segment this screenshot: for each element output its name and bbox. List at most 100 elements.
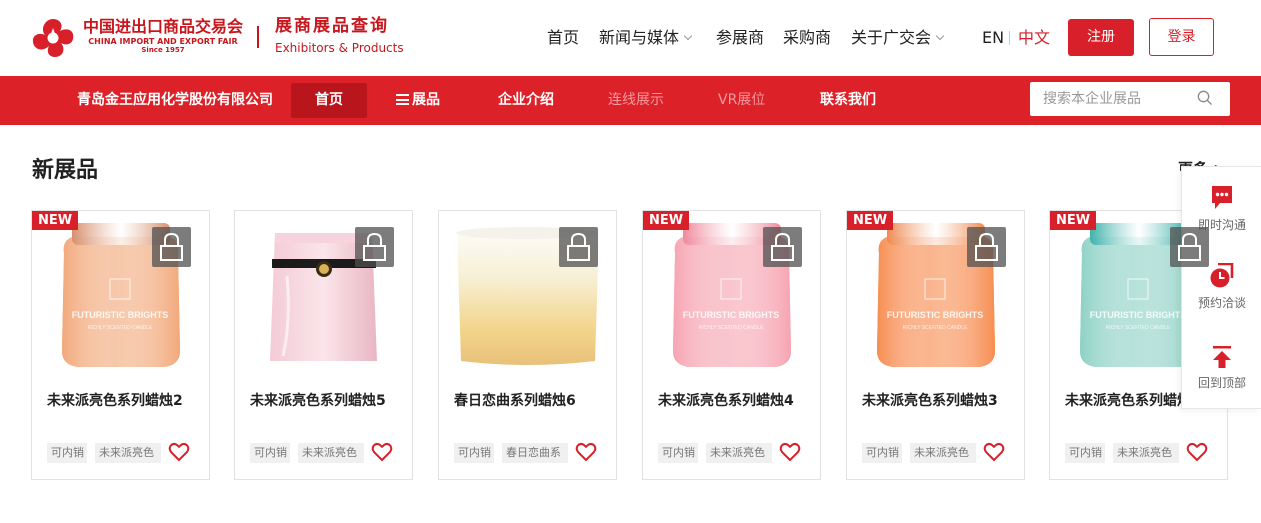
favorite-heart-icon[interactable] xyxy=(575,441,597,463)
nav-news-media-label: 新闻与媒体 xyxy=(599,28,680,47)
company-nav-products[interactable]: 展品 xyxy=(396,76,440,125)
new-badge: NEW xyxy=(643,211,690,230)
product-name[interactable]: 未来派亮色系列蜡烛3 xyxy=(862,391,1012,411)
appointment-label: 预约洽谈 xyxy=(1197,296,1246,310)
svg-text:RICHLY SCENTED CANDLE: RICHLY SCENTED CANDLE xyxy=(88,325,153,331)
product-card[interactable]: FUTURISTIC BRIGHTS RICHLY SCENTED CANDLE… xyxy=(846,210,1025,480)
domestic-sales-tag: 可内销 xyxy=(862,443,902,463)
domestic-sales-tag: 可内销 xyxy=(47,443,87,463)
back-to-top-label: 回到顶部 xyxy=(1197,376,1246,390)
company-nav-contact-us[interactable]: 联系我们 xyxy=(820,76,876,125)
company-nav-vr-booth: VR展位 xyxy=(718,76,765,125)
company-nav-online-showcase-label: 连线展示 xyxy=(608,92,664,108)
nav-buyers[interactable]: 采购商 xyxy=(783,26,831,50)
company-nav-home-label: 首页 xyxy=(315,92,343,108)
lock-icon xyxy=(1170,227,1209,267)
favorite-heart-icon[interactable] xyxy=(168,441,190,463)
product-name[interactable]: 未来派亮色系列蜡烛2 xyxy=(47,391,197,411)
logo-divider xyxy=(257,26,259,48)
canton-fair-logo-icon[interactable] xyxy=(30,17,76,59)
product-name[interactable]: 未来派亮色系列蜡烛5 xyxy=(250,391,400,411)
site-title-en: Exhibitors & Products xyxy=(275,41,404,55)
logo-text[interactable]: 中国进出口商品交易会 CHINA IMPORT AND EXPORT FAIR … xyxy=(83,17,243,54)
chat-bubble-icon xyxy=(1212,186,1232,209)
clock-icon xyxy=(1210,263,1234,288)
svg-text:FUTURISTIC BRIGHTS: FUTURISTIC BRIGHTS xyxy=(72,310,169,320)
list-icon xyxy=(396,94,409,105)
site-title-cn: 展商展品查询 xyxy=(275,16,389,36)
company-nav-online-showcase: 连线展示 xyxy=(608,76,664,125)
company-search-input[interactable] xyxy=(1030,82,1190,116)
series-tag: 未来派亮色 xyxy=(298,443,364,463)
chevron-down-icon xyxy=(935,31,945,41)
new-badge: NEW xyxy=(1050,211,1097,230)
svg-text:RICHLY SCENTED CANDLE: RICHLY SCENTED CANDLE xyxy=(903,325,968,331)
logo-en: CHINA IMPORT AND EXPORT FAIR xyxy=(88,37,238,46)
site-title[interactable]: 展商展品查询 Exhibitors & Products xyxy=(275,15,404,56)
lock-icon xyxy=(967,227,1006,267)
company-nav-vr-booth-label: VR展位 xyxy=(718,92,766,108)
product-card[interactable]: 春日恋曲系列蜡烛6 可内销 春日恋曲系 xyxy=(438,210,617,480)
company-nav-introduction[interactable]: 企业介绍 xyxy=(498,76,554,125)
register-button[interactable]: 注册 xyxy=(1068,19,1134,56)
nav-home-label: 首页 xyxy=(547,28,580,47)
lang-separator xyxy=(1009,31,1010,45)
section-title: 新展品 xyxy=(32,158,99,183)
instant-chat-button[interactable]: 即时沟通 xyxy=(1182,185,1261,233)
nav-about-label: 关于广交会 xyxy=(851,28,932,47)
lock-icon xyxy=(355,227,394,267)
nav-home[interactable]: 首页 xyxy=(547,26,579,50)
nav-exhibitors[interactable]: 参展商 xyxy=(716,26,764,50)
nav-exhibitors-label: 参展商 xyxy=(716,28,765,47)
domestic-sales-tag: 可内销 xyxy=(1065,443,1105,463)
svg-text:RICHLY SCENTED CANDLE: RICHLY SCENTED CANDLE xyxy=(699,325,764,331)
nav-about-canton-fair[interactable]: 关于广交会 xyxy=(851,26,945,50)
series-tag: 春日恋曲系 xyxy=(502,443,568,463)
nav-news-media[interactable]: 新闻与媒体 xyxy=(599,26,693,50)
company-nav-contact-us-label: 联系我们 xyxy=(820,92,876,108)
product-name[interactable]: 春日恋曲系列蜡烛6 xyxy=(454,391,604,411)
new-badge: NEW xyxy=(32,211,79,230)
series-tag: 未来派亮色 xyxy=(706,443,772,463)
domestic-sales-tag: 可内销 xyxy=(250,443,290,463)
logo-cn: 中国进出口商品交易会 xyxy=(83,17,244,36)
product-name[interactable]: 未来派亮色系列蜡烛4 xyxy=(658,391,808,411)
lock-icon xyxy=(559,227,598,267)
company-nav-home[interactable]: 首页 xyxy=(291,83,367,118)
series-tag: 未来派亮色 xyxy=(1113,443,1179,463)
svg-text:RICHLY SCENTED CANDLE: RICHLY SCENTED CANDLE xyxy=(1106,325,1171,331)
product-card[interactable]: 未来派亮色系列蜡烛5 可内销 未来派亮色 xyxy=(234,210,413,480)
company-nav-introduction-label: 企业介绍 xyxy=(498,92,554,108)
search-icon[interactable] xyxy=(1197,90,1213,106)
svg-text:FUTURISTIC BRIGHTS: FUTURISTIC BRIGHTS xyxy=(887,310,984,320)
back-to-top-icon xyxy=(1213,346,1231,368)
domestic-sales-tag: 可内销 xyxy=(454,443,494,463)
top-header: 中国进出口商品交易会 CHINA IMPORT AND EXPORT FAIR … xyxy=(0,0,1261,76)
favorite-heart-icon[interactable] xyxy=(1186,441,1208,463)
product-card[interactable]: FUTURISTIC BRIGHTS RICHLY SCENTED CANDLE… xyxy=(31,210,210,480)
appointment-button[interactable]: 预约洽谈 xyxy=(1182,263,1261,311)
company-name[interactable]: 青岛金王应用化学股份有限公司 xyxy=(77,76,273,125)
series-tag: 未来派亮色 xyxy=(910,443,976,463)
back-to-top-button[interactable]: 回到顶部 xyxy=(1182,345,1261,391)
favorite-heart-icon[interactable] xyxy=(779,441,801,463)
company-nav-products-label: 展品 xyxy=(412,92,440,108)
series-tag: 未来派亮色 xyxy=(95,443,161,463)
lock-icon xyxy=(152,227,191,267)
favorite-heart-icon[interactable] xyxy=(983,441,1005,463)
nav-buyers-label: 采购商 xyxy=(783,28,832,47)
svg-text:FUTURISTIC BRIGHTS: FUTURISTIC BRIGHTS xyxy=(683,310,780,320)
svg-text:FUTURISTIC BRIGHTS: FUTURISTIC BRIGHTS xyxy=(1090,310,1187,320)
lock-icon xyxy=(763,227,802,267)
logo-since: Since 1957 xyxy=(141,46,185,54)
chevron-down-icon xyxy=(683,31,693,41)
lang-cn[interactable]: 中文 xyxy=(1018,26,1050,50)
product-card[interactable]: FUTURISTIC BRIGHTS RICHLY SCENTED CANDLE… xyxy=(642,210,821,480)
lang-en[interactable]: EN xyxy=(982,26,1004,50)
domestic-sales-tag: 可内销 xyxy=(658,443,698,463)
login-button[interactable]: 登录 xyxy=(1149,18,1214,56)
new-badge: NEW xyxy=(847,211,894,230)
floating-service-panel: 即时沟通 预约洽谈 回到顶部 xyxy=(1181,166,1261,409)
company-bar: 青岛金王应用化学股份有限公司 首页 展品 企业介绍 连线展示 VR展位 联系我们 xyxy=(0,76,1261,125)
favorite-heart-icon[interactable] xyxy=(371,441,393,463)
